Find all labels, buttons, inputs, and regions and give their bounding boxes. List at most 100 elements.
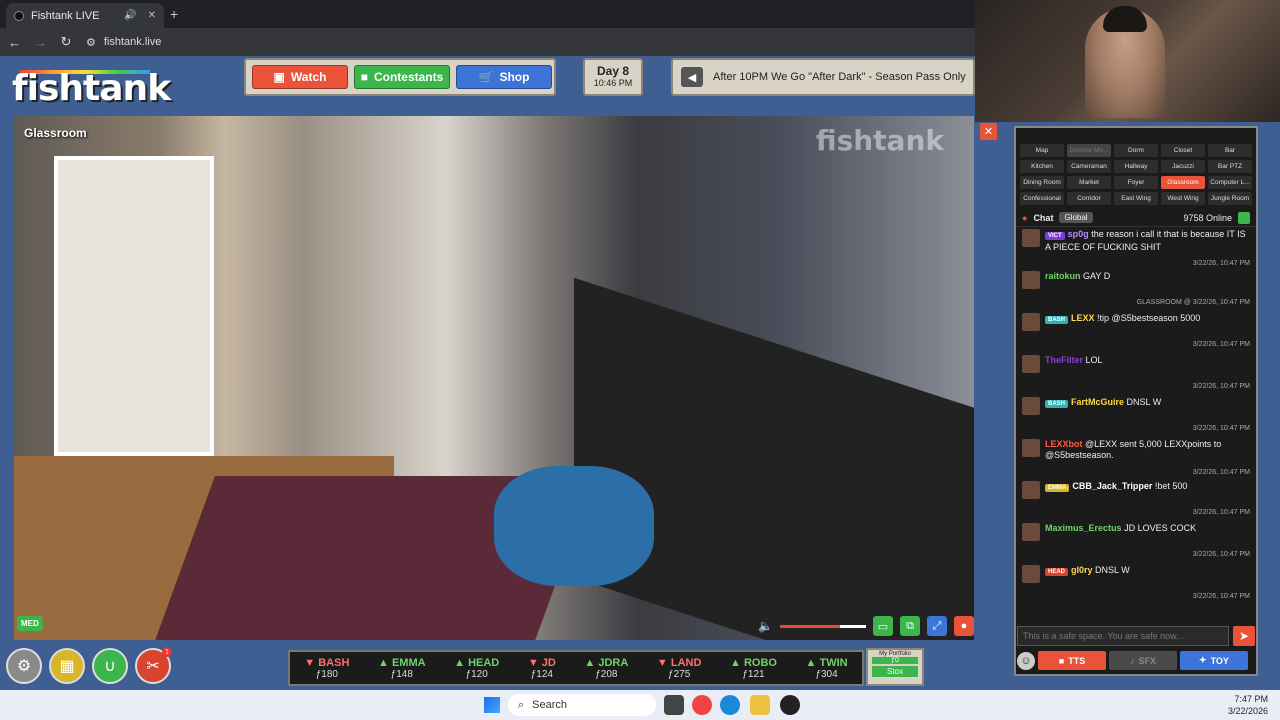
stock-robo[interactable]: ▲ ROBO ƒ121 [730, 657, 777, 680]
avatar[interactable] [1022, 481, 1040, 499]
username[interactable]: FartMcGuire [1071, 397, 1124, 407]
room-confessional[interactable]: Confessional [1020, 192, 1064, 205]
username[interactable]: LEXXbot [1045, 439, 1083, 449]
app-icon[interactable] [780, 695, 800, 715]
room-hallway[interactable]: Hallway [1114, 160, 1158, 173]
stock-symbol: JD [541, 656, 556, 669]
browser-tab[interactable]: Fishtank LIVE 🔊 ✕ [6, 3, 164, 28]
message-body: BASH FartMcGuire DNSL W [1045, 397, 1250, 420]
send-icon[interactable]: ➤ [1233, 626, 1255, 646]
volume-slider[interactable] [780, 624, 866, 628]
message-body: EMMA CBB_Jack_Tripper !bet 500 [1045, 481, 1250, 504]
pip-icon[interactable]: ▭ [873, 616, 893, 636]
room-dining-room[interactable]: Dining Room [1020, 176, 1064, 189]
watch-button[interactable]: ▣ Watch [252, 65, 348, 89]
message-text: DNSL W [1126, 397, 1162, 407]
room-foyer[interactable]: Foyer [1114, 176, 1158, 189]
chat-scope-button[interactable]: Global [1059, 212, 1093, 223]
taskbar-search[interactable]: ⌕ Search [508, 694, 656, 716]
volume-icon[interactable]: 🔈 [758, 619, 773, 633]
room-cameraman[interactable]: Cameraman [1067, 160, 1111, 173]
close-video-icon[interactable]: ✕ [980, 123, 997, 140]
stox-button[interactable]: Stox [872, 666, 918, 677]
stock-head[interactable]: ▲ HEAD ƒ120 [454, 657, 499, 680]
stock-bash[interactable]: ▼ BASH ƒ180 [304, 657, 349, 680]
avatar[interactable] [1022, 313, 1040, 331]
system-tray[interactable]: 7:47 PM 3/22/2026 [1228, 693, 1268, 717]
stock-jd[interactable]: ▼ JD ƒ124 [528, 657, 556, 680]
avatar[interactable] [1022, 439, 1040, 457]
contestants-button[interactable]: ■ Contestants [354, 65, 450, 89]
avatar[interactable] [1022, 229, 1040, 247]
weapon-button[interactable]: ✂ 1 [135, 647, 172, 684]
stock-land[interactable]: ▼ LAND ƒ275 [657, 657, 702, 680]
stock-emma[interactable]: ▲ EMMA ƒ148 [378, 657, 426, 680]
username[interactable]: raitokun [1045, 271, 1081, 281]
stock-symbol: TWIN [819, 656, 848, 669]
speaker-icon[interactable]: 🔊 [124, 10, 136, 21]
stock-twin[interactable]: ▲ TWIN ƒ304 [806, 657, 848, 680]
room-map[interactable]: Map [1020, 144, 1064, 157]
room-east-wing[interactable]: East Wing [1114, 192, 1158, 205]
avatar[interactable] [1022, 355, 1040, 373]
emoji-icon[interactable]: ☺ [1017, 651, 1035, 670]
users-icon[interactable] [1238, 211, 1250, 224]
room-glassroom[interactable]: Glassroom [1161, 176, 1205, 189]
room-corridor[interactable]: Corridor [1067, 192, 1111, 205]
url-field[interactable]: ⚙ fishtank.live [86, 36, 161, 49]
room-jungle-room[interactable]: Jungle Room [1208, 192, 1252, 205]
magnet-button[interactable]: ∪ [92, 648, 128, 684]
shop-button[interactable]: 🛒 Shop [456, 65, 552, 89]
fullscreen-icon[interactable]: ⤢ [927, 616, 947, 636]
ticker-prev-icon[interactable]: ◀ [681, 67, 703, 87]
avatar[interactable] [1022, 523, 1040, 541]
room-west-wing[interactable]: West Wing [1161, 192, 1205, 205]
username[interactable]: Maximus_Erectus [1045, 523, 1122, 533]
avatar[interactable] [1022, 397, 1040, 415]
items-button[interactable]: ▦ [49, 648, 85, 684]
username[interactable]: TheFilter [1045, 355, 1083, 365]
username[interactable]: LEXX [1071, 313, 1095, 323]
settings-button[interactable]: ⚙ [6, 648, 42, 684]
username[interactable]: CBB_Jack_Tripper [1072, 481, 1152, 491]
avatar[interactable] [1022, 565, 1040, 583]
back-icon[interactable]: ← [8, 35, 21, 50]
edge-icon[interactable] [720, 695, 740, 715]
toy-button[interactable]: ✦ TOY [1180, 651, 1248, 670]
stock-jdra[interactable]: ▲ JDRA ƒ208 [584, 657, 628, 680]
file-explorer-icon[interactable] [750, 695, 770, 715]
username[interactable]: gl0ry [1071, 565, 1093, 575]
sfx-label: SFX [1138, 655, 1156, 666]
room-closet[interactable]: Closet [1161, 144, 1205, 157]
chrome-icon[interactable] [692, 695, 712, 715]
room-bar-ptz[interactable]: Bar PTZ [1208, 160, 1252, 173]
forward-icon[interactable]: → [34, 35, 47, 50]
sfx-button[interactable]: ♪ SFX [1109, 651, 1177, 670]
site-info-icon[interactable]: ⚙ [86, 36, 96, 49]
toy-label: TOY [1210, 655, 1229, 666]
record-icon[interactable]: ● [954, 616, 974, 636]
tts-button[interactable]: ■ TTS [1038, 651, 1106, 670]
username[interactable]: sp0g [1068, 229, 1089, 239]
avatar[interactable] [1022, 271, 1040, 289]
chat-input[interactable] [1017, 626, 1229, 646]
room-computer-l-[interactable]: Computer L... [1208, 176, 1252, 189]
new-tab-icon[interactable]: + [170, 6, 178, 22]
quality-badge[interactable]: MED [17, 616, 43, 631]
room-jacuzzi[interactable]: Jacuzzi [1161, 160, 1205, 173]
room-bar[interactable]: Bar [1208, 144, 1252, 157]
clock-date: 3/22/2026 [1227, 706, 1268, 716]
room-dorm[interactable]: Dorm [1114, 144, 1158, 157]
task-view-icon[interactable] [664, 695, 684, 715]
close-tab-icon[interactable]: ✕ [148, 10, 156, 21]
site-logo[interactable]: fishtank [12, 68, 171, 109]
room-kitchen[interactable]: Kitchen [1020, 160, 1064, 173]
reload-icon[interactable]: ↻ [60, 34, 72, 50]
room-director-mo-[interactable]: Director Mo... [1067, 144, 1111, 157]
live-video[interactable]: Glassroom fishtank 🔈 ▭ ⧉ ⤢ ● [14, 116, 974, 640]
room-market[interactable]: Market [1067, 176, 1111, 189]
message-body: BASH LEXX !tip @S5bestseason 5000 [1045, 313, 1250, 336]
video-sofa [574, 277, 974, 640]
windows-start-icon[interactable] [484, 697, 500, 713]
cast-icon[interactable]: ⧉ [900, 616, 920, 636]
